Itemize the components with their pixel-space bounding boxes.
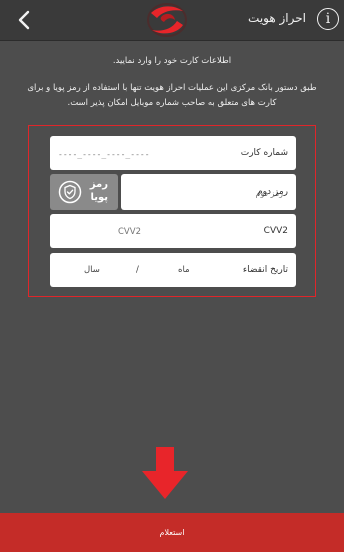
arrow-down-icon	[142, 447, 188, 499]
inquiry-button[interactable]: استعلام	[0, 513, 344, 552]
card-number-field: شماره کارت	[50, 136, 296, 170]
back-button[interactable]	[12, 6, 36, 34]
cvv2-field: CVV2	[50, 214, 296, 248]
expiry-separator: /	[136, 265, 139, 275]
expiry-month-input[interactable]: ماه	[178, 265, 190, 275]
expiry-date-field: سال / ماه تاریخ انقضاء	[50, 253, 296, 287]
bank-logo-icon	[147, 3, 187, 37]
cvv2-input[interactable]	[116, 223, 240, 241]
dynamic-password-label-line1: رمز	[89, 179, 108, 190]
card-number-label: شماره کارت	[240, 148, 288, 158]
app-header: احراز هویت i	[0, 0, 344, 41]
expiry-date-label: تاریخ انقضاء	[242, 265, 288, 275]
dynamic-password-label-line2: پویا	[90, 192, 108, 203]
dynamic-password-button[interactable]: رمز پویا	[50, 174, 118, 210]
description-text: طبق دستور بانک مرکزی این عملیات احراز هو…	[27, 83, 317, 108]
card-number-input[interactable]	[56, 145, 208, 163]
expiry-year-input[interactable]: سال	[84, 265, 100, 275]
chevron-left-icon	[18, 10, 30, 30]
page-title: احراز هویت	[248, 11, 306, 25]
info-icon: i	[325, 11, 331, 27]
shield-check-icon	[58, 180, 82, 204]
second-password-label: رمز دوم	[257, 187, 288, 197]
intro-text: اطلاعات کارت خود را وارد نمایید.	[112, 56, 232, 66]
info-button[interactable]: i	[317, 8, 339, 30]
cvv2-label: CVV2	[263, 226, 288, 236]
second-password-field: رمز دوم	[121, 174, 296, 210]
